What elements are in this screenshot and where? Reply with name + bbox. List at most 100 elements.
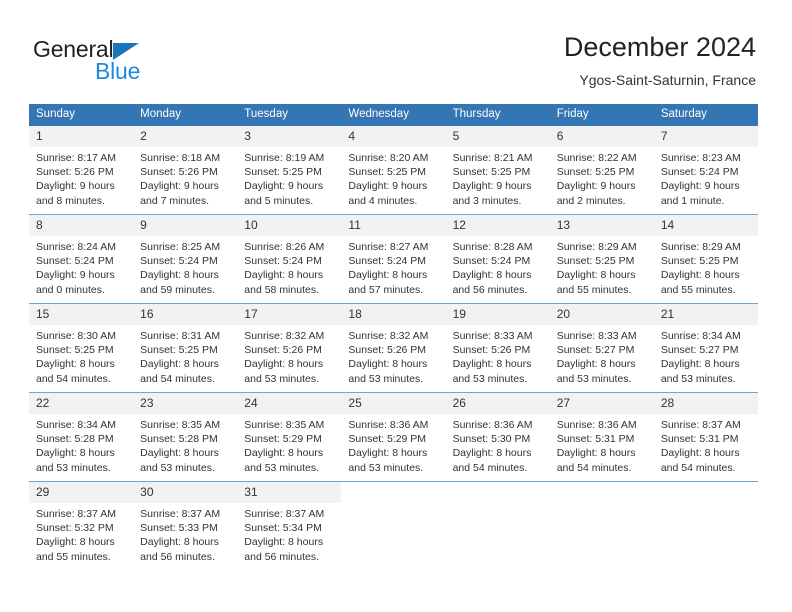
calendar-day-cell[interactable]: 30 Sunrise: 8:37 AM Sunset: 5:33 PM Dayligh… [133,481,238,570]
calendar-day-cell[interactable]: 14 Sunrise: 8:29 AM Sunset: 5:25 PM Dayligh… [653,214,758,304]
calendar-day-cell[interactable]: 12 Sunrise: 8:28 AM Sunset: 5:24 PM Dayligh… [445,214,550,304]
daylight-text-line1: Daylight: 8 hours [36,358,115,371]
day-details: Sunrise: 8:18 AM Sunset: 5:26 PM Daylight:… [133,147,237,208]
daylight-text-line2: and 54 minutes. [660,461,736,474]
general-blue-logo: General Blue [33,36,233,86]
day-cell-inner [549,482,654,570]
sunset-text: Sunset: 5:25 PM [140,344,218,357]
calendar-day-cell[interactable]: 11 Sunrise: 8:27 AM Sunset: 5:24 PM Dayligh… [341,214,446,304]
sunrise-text: Sunrise: 8:25 AM [140,241,221,253]
day-number: 13 [549,215,654,236]
day-cell-inner: 29 Sunrise: 8:37 AM Sunset: 5:32 PM Dayligh… [29,482,134,570]
calendar-body: 1 Sunrise: 8:17 AM Sunset: 5:26 PM Daylight… [29,126,758,570]
sunrise-text: Sunrise: 8:37 AM [660,419,741,431]
daylight-text-line2: and 56 minutes. [244,550,319,563]
daylight-text-line2: and 54 minutes. [452,461,528,474]
sunrise-text: Sunrise: 8:34 AM [660,330,741,342]
sunset-text: Sunset: 5:33 PM [140,522,218,535]
day-cell-inner: 4 Sunrise: 8:20 AM Sunset: 5:25 PM Daylight… [341,126,446,214]
calendar-day-cell[interactable]: 17 Sunrise: 8:32 AM Sunset: 5:26 PM Dayligh… [237,303,342,393]
calendar-day-cell[interactable]: 21 Sunrise: 8:34 AM Sunset: 5:27 PM Dayligh… [653,303,758,393]
calendar-day-cell[interactable]: 5 Sunrise: 8:21 AM Sunset: 5:25 PM Daylight… [445,126,550,215]
day-details: Sunrise: 8:33 AM Sunset: 5:26 PM Daylight:… [446,325,550,386]
day-details [341,503,445,507]
sunset-text: Sunset: 5:24 PM [660,166,739,179]
day-cell-inner: 31 Sunrise: 8:37 AM Sunset: 5:34 PM Dayligh… [237,482,342,570]
calendar-day-cell[interactable]: 23 Sunrise: 8:35 AM Sunset: 5:28 PM Dayligh… [133,392,238,482]
daylight-text-line2: and 54 minutes. [36,372,111,385]
day-details: Sunrise: 8:29 AM Sunset: 5:25 PM Daylight:… [550,236,654,297]
calendar-day-cell[interactable]: 29 Sunrise: 8:37 AM Sunset: 5:32 PM Dayligh… [29,481,134,570]
sunset-text: Sunset: 5:32 PM [36,522,114,535]
sunrise-text: Sunrise: 8:33 AM [452,330,533,342]
daylight-text-line2: and 56 minutes. [452,283,528,296]
daylight-text-line2: and 53 minutes. [348,372,424,385]
calendar-day-cell[interactable]: 4 Sunrise: 8:20 AM Sunset: 5:25 PM Daylight… [341,126,446,215]
sunrise-text: Sunrise: 8:23 AM [660,152,741,164]
calendar-week-row: 29 Sunrise: 8:37 AM Sunset: 5:32 PM Dayligh… [29,481,758,570]
calendar-day-cell[interactable]: 26 Sunrise: 8:36 AM Sunset: 5:30 PM Dayligh… [445,392,550,482]
calendar-day-cell[interactable]: 31 Sunrise: 8:37 AM Sunset: 5:34 PM Dayligh… [237,481,342,570]
sunrise-text: Sunrise: 8:19 AM [244,152,325,164]
calendar-day-cell[interactable]: 13 Sunrise: 8:29 AM Sunset: 5:25 PM Dayligh… [549,214,654,304]
daylight-text-line1: Daylight: 8 hours [140,536,219,549]
sunrise-text: Sunrise: 8:17 AM [36,152,116,164]
day-cell-inner: 24 Sunrise: 8:35 AM Sunset: 5:29 PM Dayligh… [237,393,342,481]
calendar-day-cell[interactable]: 22 Sunrise: 8:34 AM Sunset: 5:28 PM Dayligh… [29,392,134,482]
daylight-text-line1: Daylight: 9 hours [556,180,636,193]
day-cell-inner: 12 Sunrise: 8:28 AM Sunset: 5:24 PM Dayligh… [445,215,550,303]
page-header: General Blue December 2024 Ygos-Saint-Sa… [0,0,792,98]
calendar-day-cell[interactable]: 20 Sunrise: 8:33 AM Sunset: 5:27 PM Dayligh… [549,303,654,393]
calendar-day-cell[interactable]: 28 Sunrise: 8:37 AM Sunset: 5:31 PM Dayligh… [653,392,758,482]
day-number: 3 [237,126,342,147]
calendar-day-cell[interactable]: 1 Sunrise: 8:17 AM Sunset: 5:26 PM Daylight… [29,126,134,215]
calendar-day-cell[interactable]: 9 Sunrise: 8:25 AM Sunset: 5:24 PM Daylight… [133,214,238,304]
calendar-day-cell[interactable]: 3 Sunrise: 8:19 AM Sunset: 5:25 PM Daylight… [237,126,342,215]
daylight-text-line1: Daylight: 8 hours [348,358,428,371]
calendar-day-cell[interactable]: 24 Sunrise: 8:35 AM Sunset: 5:29 PM Dayligh… [237,392,342,482]
sunset-text: Sunset: 5:24 PM [140,255,218,268]
calendar-day-cell[interactable]: 8 Sunrise: 8:24 AM Sunset: 5:24 PM Daylight… [29,214,134,304]
day-cell-inner: 28 Sunrise: 8:37 AM Sunset: 5:31 PM Dayligh… [653,393,758,481]
day-cell-inner: 30 Sunrise: 8:37 AM Sunset: 5:33 PM Dayligh… [133,482,238,570]
day-details [446,503,550,507]
day-details: Sunrise: 8:35 AM Sunset: 5:28 PM Daylight:… [133,414,237,475]
sunset-text: Sunset: 5:25 PM [36,344,114,357]
day-details: Sunrise: 8:27 AM Sunset: 5:24 PM Daylight:… [341,236,445,297]
calendar-week-row: 1 Sunrise: 8:17 AM Sunset: 5:26 PM Daylight… [29,126,758,215]
calendar-day-cell[interactable]: 19 Sunrise: 8:33 AM Sunset: 5:26 PM Dayligh… [445,303,550,393]
day-cell-inner [445,482,550,570]
sunrise-text: Sunrise: 8:30 AM [36,330,116,342]
calendar-day-cell[interactable]: 10 Sunrise: 8:26 AM Sunset: 5:24 PM Dayligh… [237,214,342,304]
daylight-text-line2: and 3 minutes. [452,194,522,207]
sunrise-text: Sunrise: 8:33 AM [556,330,637,342]
daylight-text-line1: Daylight: 9 hours [244,180,324,193]
day-number: 4 [341,126,446,147]
weekday-header-monday: Monday [133,104,238,126]
sunrise-text: Sunrise: 8:29 AM [556,241,637,253]
calendar-day-cell[interactable]: 25 Sunrise: 8:36 AM Sunset: 5:29 PM Dayligh… [341,392,446,482]
calendar-day-cell[interactable]: 7 Sunrise: 8:23 AM Sunset: 5:24 PM Daylight… [653,126,758,215]
title-block: December 2024 Ygos-Saint-Saturnin, Franc… [564,30,756,90]
sunrise-text: Sunrise: 8:37 AM [244,508,325,520]
daylight-text-line2: and 53 minutes. [36,461,111,474]
sunset-text: Sunset: 5:25 PM [452,166,531,179]
day-cell-inner: 6 Sunrise: 8:22 AM Sunset: 5:25 PM Daylight… [549,126,654,214]
sunrise-text: Sunrise: 8:31 AM [140,330,221,342]
sunset-text: Sunset: 5:26 PM [452,344,531,357]
day-number: 24 [237,393,342,414]
daylight-text-line2: and 58 minutes. [244,283,319,296]
calendar-day-cell[interactable]: 16 Sunrise: 8:31 AM Sunset: 5:25 PM Dayligh… [133,303,238,393]
daylight-text-line2: and 7 minutes. [140,194,210,207]
calendar-day-cell[interactable]: 6 Sunrise: 8:22 AM Sunset: 5:25 PM Daylight… [549,126,654,215]
daylight-text-line2: and 1 minute. [660,194,725,207]
day-number: 28 [653,393,758,414]
daylight-text-line1: Daylight: 8 hours [36,447,115,460]
calendar-day-cell[interactable]: 2 Sunrise: 8:18 AM Sunset: 5:26 PM Daylight… [133,126,238,215]
day-cell-inner: 26 Sunrise: 8:36 AM Sunset: 5:30 PM Dayligh… [445,393,550,481]
sunset-text: Sunset: 5:28 PM [140,433,218,446]
calendar-day-cell[interactable]: 18 Sunrise: 8:32 AM Sunset: 5:26 PM Dayligh… [341,303,446,393]
calendar-day-cell[interactable]: 27 Sunrise: 8:36 AM Sunset: 5:31 PM Dayligh… [549,392,654,482]
sunrise-text: Sunrise: 8:36 AM [348,419,429,431]
calendar-day-cell[interactable]: 15 Sunrise: 8:30 AM Sunset: 5:25 PM Dayligh… [29,303,134,393]
